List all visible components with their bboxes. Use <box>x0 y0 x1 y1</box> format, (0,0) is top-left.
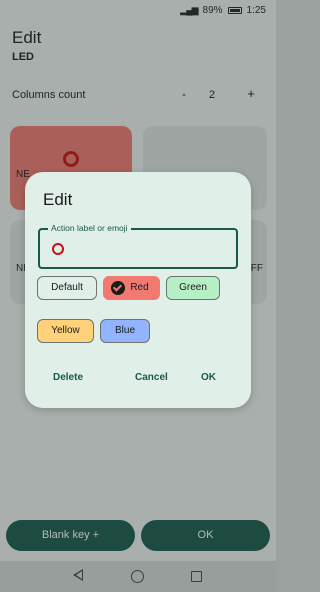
color-chip-yellow[interactable]: Yellow <box>37 319 94 343</box>
color-chip-default[interactable]: Default <box>37 276 97 300</box>
edit-dialog: Edit Action label or emoji Default Red G… <box>25 172 251 408</box>
dialog-title: Edit <box>43 190 73 209</box>
dialog-ok-button[interactable]: OK <box>201 372 216 383</box>
color-chip-green[interactable]: Green <box>166 276 220 300</box>
cancel-button[interactable]: Cancel <box>135 372 168 383</box>
red-circle-icon <box>52 243 64 255</box>
color-chip-red[interactable]: Red <box>103 276 160 300</box>
action-label-input[interactable]: Action label or emoji <box>38 223 238 269</box>
input-label: Action label or emoji <box>48 223 131 233</box>
color-chip-blue[interactable]: Blue <box>100 319 150 343</box>
check-icon <box>111 281 125 295</box>
delete-button[interactable]: Delete <box>53 372 83 383</box>
